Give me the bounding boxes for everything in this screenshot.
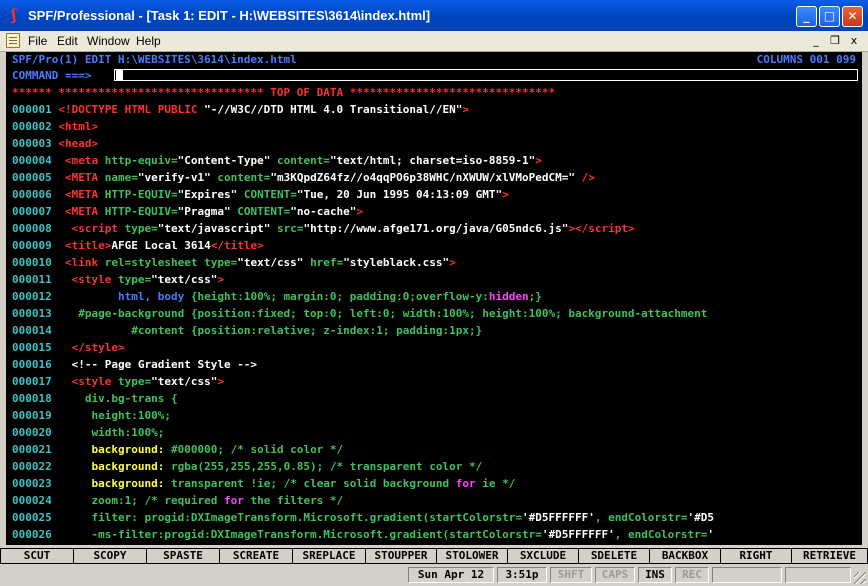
top-of-data-line: ****** ******************************* T… xyxy=(12,86,556,99)
fk-sxclude[interactable]: SXCLUDE xyxy=(508,549,579,563)
fk-sreplace[interactable]: SREPLACE xyxy=(293,549,366,563)
code-line[interactable]: 000020 width:100%; xyxy=(12,424,164,441)
code-line[interactable]: 000011 <style type="text/css"> xyxy=(12,271,224,288)
status-empty-2 xyxy=(785,567,851,583)
status-caps: CAPS xyxy=(595,567,635,583)
fk-spaste[interactable]: SPASTE xyxy=(147,549,220,563)
status-rec: REC xyxy=(675,567,709,583)
code-line[interactable]: 000007 <META HTTP-EQUIV="Pragma" CONTENT… xyxy=(12,203,363,220)
menu-bar: File Edit Window Help _ ❐ x xyxy=(0,31,868,52)
fk-screate[interactable]: SCREATE xyxy=(220,549,293,563)
function-key-bar: SCUT SCOPY SPASTE SCREATE SREPLACE STOUP… xyxy=(0,548,868,564)
status-shift: SHFT xyxy=(550,567,592,583)
code-line[interactable]: 000016 <!-- Page Gradient Style --> xyxy=(12,356,257,373)
code-line[interactable]: 000019 height:100%; xyxy=(12,407,171,424)
code-line[interactable]: 000003 <head> xyxy=(12,135,98,152)
code-line[interactable]: 000012 html, body {height:100%; margin:0… xyxy=(12,288,542,305)
fk-retrieve[interactable]: RETRIEVE xyxy=(792,549,868,563)
fk-scopy[interactable]: SCOPY xyxy=(74,549,147,563)
menu-help[interactable]: Help xyxy=(136,33,161,49)
code-line[interactable]: 000001 <!DOCTYPE HTML PUBLIC "-//W3C//DT… xyxy=(12,101,469,118)
code-line[interactable]: 000017 <style type="text/css"> xyxy=(12,373,224,390)
menu-edit[interactable]: Edit xyxy=(57,33,78,49)
mdi-close-button[interactable]: x xyxy=(846,33,862,48)
code-line[interactable]: 000008 <script type="text/javascript" sr… xyxy=(12,220,635,237)
menu-file[interactable]: File xyxy=(28,33,47,49)
code-line[interactable]: 000026 -ms-filter:progid:DXImageTransfor… xyxy=(12,526,714,543)
maximize-button[interactable]: □ xyxy=(819,6,840,27)
command-prompt: COMMAND ===> xyxy=(12,69,92,82)
command-input[interactable] xyxy=(114,69,858,81)
fk-sdelete[interactable]: SDELETE xyxy=(579,549,650,563)
status-bar: Sun Apr 12 3:51p SHFT CAPS INS REC xyxy=(0,564,868,586)
code-line[interactable]: 000022 background: rgba(255,255,255,0.85… xyxy=(12,458,482,475)
close-button[interactable]: ✕ xyxy=(842,6,863,27)
code-line[interactable]: 000024 zoom:1; /* required for the filte… xyxy=(12,492,343,509)
code-line[interactable]: 000013 #page-background {position:fixed;… xyxy=(12,305,707,322)
window-title: SPF/Professional - [Task 1: EDIT - H:\WE… xyxy=(28,8,431,23)
fk-backbox[interactable]: BACKBOX xyxy=(650,549,721,563)
status-date: Sun Apr 12 xyxy=(408,567,494,583)
code-line[interactable]: 000010 <link rel=stylesheet type="text/c… xyxy=(12,254,456,271)
columns-indicator: COLUMNS 001 099 xyxy=(756,53,856,66)
code-line[interactable]: 000025 filter: progid:DXImageTransform.M… xyxy=(12,509,714,526)
fk-stoupper[interactable]: STOUPPER xyxy=(366,549,437,563)
mdi-minimize-button[interactable]: _ xyxy=(808,33,824,48)
code-line[interactable]: 000009 <title>AFGE Local 3614</title> xyxy=(12,237,264,254)
code-line[interactable]: 000005 <META name="verify-v1" content="m… xyxy=(12,169,595,186)
status-empty-1 xyxy=(712,567,782,583)
status-ins: INS xyxy=(638,567,672,583)
code-line[interactable]: 000015 </style> xyxy=(12,339,125,356)
code-line[interactable]: 000004 <meta http-equiv="Content-Type" c… xyxy=(12,152,542,169)
code-line[interactable]: 000006 <META HTTP-EQUIV="Expires" CONTEN… xyxy=(12,186,509,203)
spf-icon[interactable]: ʃ xyxy=(6,7,22,23)
editor-screen[interactable]: SPF/Pro(1) EDIT H:\WEBSITES\3614\index.h… xyxy=(6,52,862,545)
title-bar: ʃ SPF/Professional - [Task 1: EDIT - H:\… xyxy=(0,0,868,31)
document-icon[interactable] xyxy=(6,33,20,48)
code-line[interactable]: 000014 #content {position:relative; z-in… xyxy=(12,322,482,339)
code-line[interactable]: 000023 background: transparent !ie; /* c… xyxy=(12,475,515,492)
status-time: 3:51p xyxy=(497,567,547,583)
code-line[interactable]: 000021 background: #000000; /* solid col… xyxy=(12,441,343,458)
fk-right[interactable]: RIGHT xyxy=(721,549,792,563)
fk-scut[interactable]: SCUT xyxy=(1,549,74,563)
minimize-button[interactable]: _ xyxy=(796,6,817,27)
fk-stolower[interactable]: STOLOWER xyxy=(437,549,508,563)
mdi-restore-button[interactable]: ❐ xyxy=(827,33,843,48)
menu-window[interactable]: Window xyxy=(87,33,130,49)
text-cursor xyxy=(116,70,123,80)
code-line[interactable]: 000002 <html> xyxy=(12,118,98,135)
code-line[interactable]: 000018 div.bg-trans { xyxy=(12,390,178,407)
resize-grip[interactable] xyxy=(854,572,866,584)
editor-header: SPF/Pro(1) EDIT H:\WEBSITES\3614\index.h… xyxy=(12,53,297,66)
